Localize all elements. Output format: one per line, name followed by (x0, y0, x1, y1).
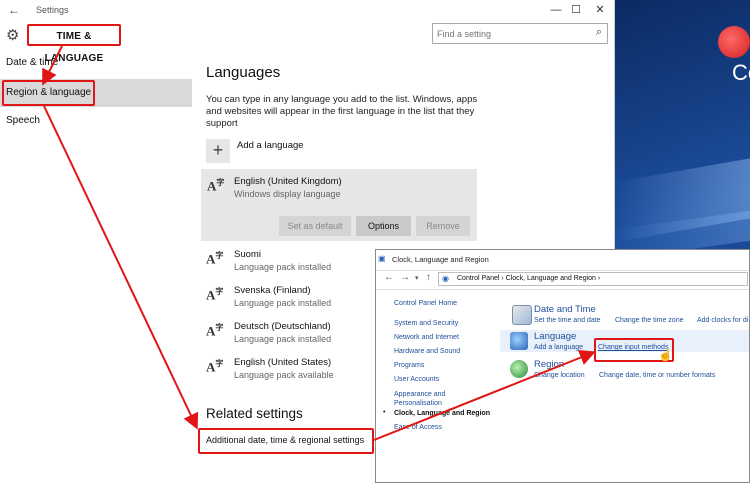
search-input[interactable] (437, 27, 585, 41)
set-time-date-link[interactable]: Set the time and date (534, 317, 601, 324)
desktop-text: Co (732, 60, 750, 85)
language-glyph-icon: A字 (206, 323, 224, 339)
back-arrow-icon[interactable]: ← (8, 3, 20, 17)
close-button[interactable]: ✕ (590, 2, 610, 18)
sidebar-item-ease-of-access[interactable]: Ease of Access (394, 424, 442, 431)
language-item-selected[interactable]: A字 English (United Kingdom) Windows disp… (201, 169, 477, 241)
language-status: Language pack available (234, 370, 334, 380)
region-globe-icon (510, 360, 528, 378)
control-panel-window: ▣ Clock, Language and Region ← → ▾ ↑ ◉ C… (375, 249, 750, 483)
sidebar-item-clock-language[interactable]: Clock, Language and Region (394, 410, 490, 417)
sidebar-item-appearance[interactable]: Appearance and Personalisation (394, 390, 474, 408)
add-language-plus-icon[interactable]: + (206, 139, 230, 163)
nav-item-speech[interactable]: Speech (0, 107, 192, 135)
language-item[interactable]: A字 Suomi Language pack installed (206, 247, 376, 277)
additional-regional-settings-link[interactable]: Additional date, time & regional setting… (206, 435, 364, 445)
forward-arrow-icon[interactable]: → (400, 272, 410, 283)
language-name: Suomi (234, 249, 261, 260)
current-item-bullet-icon: • (383, 409, 386, 416)
window-title: Settings (36, 5, 69, 15)
sidebar-item-system-security[interactable]: System and Security (394, 320, 458, 327)
languages-description: You can type in any language you add to … (206, 94, 478, 129)
language-glyph-icon: A字 (206, 359, 224, 375)
add-language-label[interactable]: Add a language (237, 140, 304, 151)
sidebar-item-home[interactable]: Control Panel Home (394, 300, 457, 307)
language-name: English (United Kingdom) (234, 176, 342, 187)
section-date-time-title[interactable]: Date and Time (534, 304, 596, 315)
sidebar-item-programs[interactable]: Programs (394, 362, 424, 369)
gear-icon: ⚙ (6, 27, 20, 44)
remove-button[interactable]: Remove (416, 216, 470, 236)
language-glyph-icon: A字 (206, 251, 224, 267)
section-region-title[interactable]: Region (534, 359, 564, 370)
language-status: Language pack installed (234, 298, 332, 308)
breadcrumb[interactable]: Control Panel › Clock, Language and Regi… (457, 275, 600, 282)
title-bar: ← Settings — ☐ ✕ (0, 0, 614, 22)
language-globe-icon (510, 332, 528, 350)
change-formats-link[interactable]: Change date, time or number formats (599, 372, 715, 379)
sidebar-item-network[interactable]: Network and Internet (394, 334, 459, 341)
change-time-zone-link[interactable]: Change the time zone (615, 317, 684, 324)
address-box[interactable]: ◉ Control Panel › Clock, Language and Re… (438, 272, 748, 286)
address-bar: ← → ▾ ↑ ◉ Control Panel › Clock, Languag… (376, 270, 749, 290)
search-icon[interactable]: ⌕ (596, 26, 602, 39)
clock-icon (512, 305, 532, 325)
change-location-link[interactable]: Change location (534, 372, 585, 379)
back-arrow-icon[interactable]: ← (384, 272, 394, 283)
control-panel-icon: ▣ (378, 254, 386, 263)
minimize-button[interactable]: — (546, 2, 566, 18)
search-box[interactable]: ⌕ (432, 23, 608, 44)
up-arrow-icon[interactable]: ↑ (426, 272, 431, 283)
desktop-logo-icon (718, 26, 750, 58)
add-language-link[interactable]: Add a language (534, 344, 583, 351)
language-item[interactable]: A字 Deutsch (Deutschland) Language pack i… (206, 319, 376, 349)
maximize-button[interactable]: ☐ (566, 2, 586, 18)
add-clocks-link[interactable]: Add clocks for di (697, 317, 748, 324)
language-glyph-icon: A字 (207, 178, 225, 194)
related-settings-heading: Related settings (206, 406, 303, 421)
language-status: Language pack installed (234, 334, 332, 344)
languages-heading: Languages (206, 64, 281, 81)
language-name: Svenska (Finland) (234, 285, 311, 296)
annotation-highlight-box (2, 80, 95, 106)
language-status: Language pack installed (234, 262, 332, 272)
control-panel-title: Clock, Language and Region (392, 255, 489, 264)
section-title: TIME & LANGUAGE (27, 24, 121, 64)
hand-cursor-icon: ☝ (658, 348, 673, 362)
set-as-default-button[interactable]: Set as default (279, 216, 351, 236)
options-button[interactable]: Options (356, 216, 411, 236)
language-item[interactable]: A字 English (United States) Language pack… (206, 355, 376, 385)
language-name: English (United States) (234, 357, 332, 368)
chevron-down-icon[interactable]: ▾ (415, 274, 419, 282)
language-item[interactable]: A字 Svenska (Finland) Language pack insta… (206, 283, 376, 313)
language-glyph-icon: A字 (206, 287, 224, 303)
language-name: Deutsch (Deutschland) (234, 321, 331, 332)
section-language-title[interactable]: Language (534, 331, 576, 342)
nav-item-date-time[interactable]: Date & time (0, 49, 192, 77)
sidebar-item-hardware[interactable]: Hardware and Sound (394, 348, 460, 355)
language-status: Windows display language (234, 189, 341, 199)
control-panel-icon: ◉ (442, 274, 449, 283)
sidebar-item-user-accounts[interactable]: User Accounts (394, 376, 439, 383)
